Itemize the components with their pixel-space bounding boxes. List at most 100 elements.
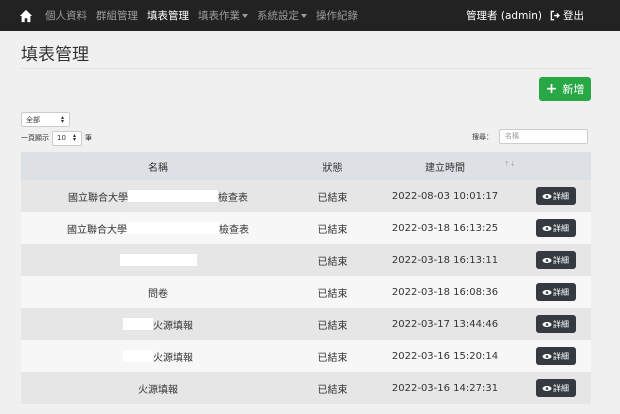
row-status: 已結束 (317, 320, 348, 332)
row-created: 2022-03-16 14:27:31 (391, 382, 499, 394)
row-actions: 詳細 (520, 251, 591, 269)
table-row: 已結束 2022-03-18 16:13:11 詳細 (21, 244, 591, 276)
page-size-select[interactable]: 10 ▴ ▾ (52, 130, 82, 146)
eye-icon (542, 257, 552, 263)
search-area: 搜尋： 名稱 (472, 129, 588, 144)
detail-button-label: 詳細 (553, 223, 569, 233)
home-icon[interactable] (19, 9, 33, 23)
row-created: 2022-03-17 13:44:46 (391, 318, 499, 330)
row-name: 火源填報 (21, 381, 295, 396)
header-name[interactable]: 名稱 (21, 159, 295, 174)
detail-button[interactable]: 詳細 (535, 283, 576, 301)
nav-item-operation-log[interactable]: 操作紀錄 (316, 8, 358, 23)
select-arrows-icon: ▴ ▾ (60, 113, 64, 125)
page-size-prefix: 一頁顯示 (21, 134, 49, 142)
detail-button-label: 詳細 (553, 319, 569, 329)
detail-button-label: 詳細 (553, 191, 569, 201)
logout-link[interactable]: 登出 (550, 8, 584, 23)
name-suffix: 檢查表 (219, 224, 249, 236)
detail-button[interactable]: 詳細 (535, 219, 576, 237)
detail-button-label: 詳細 (553, 287, 569, 297)
nav-menu: 個人資料 群組管理 填表管理 填表作業 系統設定 操作紀錄 (0, 8, 367, 23)
status-filter-select[interactable]: 全部 ▴ ▾ (21, 112, 70, 127)
row-status: 已結束 (317, 384, 348, 396)
forms-table: 名稱 狀態 建立時間 ↑↓ 國立聯合大學 檢查表 已結束 2022-08-03 1… (21, 152, 591, 404)
redaction-block (123, 350, 153, 362)
row-status: 已結束 (317, 224, 348, 236)
row-actions: 詳細 (520, 219, 591, 237)
detail-button[interactable]: 詳細 (535, 347, 576, 365)
name-prefix: 國立聯合大學 (68, 192, 128, 204)
table-row: 問卷 已結束 2022-03-18 16:08:36 詳細 (21, 276, 591, 308)
current-user[interactable]: 管理者 (admin) (466, 8, 542, 23)
detail-button[interactable]: 詳細 (535, 251, 576, 269)
eye-icon (542, 321, 552, 327)
eye-icon (542, 193, 552, 199)
name-prefix: 國立聯合大學 (67, 224, 127, 236)
page-size-control: 一頁顯示 10 ▴ ▾ 筆 (21, 130, 92, 146)
detail-button[interactable]: 詳細 (535, 315, 576, 333)
row-name: 火源填報 (21, 317, 295, 332)
sort-icon[interactable]: ↑↓ (504, 160, 516, 168)
row-actions: 詳細 (520, 315, 591, 333)
row-created: 2022-08-03 10:01:17 (391, 190, 499, 202)
add-button-label: 新增 (562, 83, 585, 96)
name-suffix: 火源填報 (153, 320, 193, 332)
nav-item-system-settings-label: 系統設定 (257, 10, 299, 22)
header-status[interactable]: 狀態 (295, 159, 370, 174)
detail-button[interactable]: 詳細 (535, 379, 576, 397)
row-status: 已結束 (317, 352, 348, 364)
row-created: 2022-03-18 16:08:36 (391, 286, 499, 298)
logout-icon (550, 10, 560, 21)
eye-icon (542, 385, 552, 391)
detail-button[interactable]: 詳細 (535, 187, 576, 205)
page-size-value: 10 (57, 134, 66, 142)
user-area: 管理者 (admin) 登出 (466, 0, 584, 31)
page-size-suffix: 筆 (85, 134, 92, 142)
table-row: 火源填報 已結束 2022-03-16 14:27:31 詳細 (21, 372, 591, 404)
nav-item-form-management[interactable]: 填表管理 (147, 8, 189, 23)
chevron-down-icon (242, 14, 248, 18)
table-row: 火源填報 已結束 2022-03-17 13:44:46 詳細 (21, 308, 591, 340)
nav-item-groups[interactable]: 群組管理 (96, 8, 138, 23)
status-filter-value: 全部 (26, 115, 40, 124)
title-divider (21, 68, 591, 69)
name-suffix: 火源填報 (153, 352, 193, 364)
page-title: 填表管理 (21, 45, 89, 65)
redaction-block (127, 222, 219, 234)
detail-button-label: 詳細 (553, 255, 569, 265)
row-created: 2022-03-16 15:20:14 (391, 350, 499, 362)
row-name: 火源填報 (21, 349, 295, 364)
row-created: 2022-03-18 16:13:11 (391, 254, 499, 266)
row-actions: 詳細 (520, 379, 591, 397)
nav-item-form-tasks-label: 填表作業 (198, 10, 240, 22)
row-name (21, 254, 295, 266)
row-name: 國立聯合大學 檢查表 (21, 221, 295, 236)
nav-item-profile[interactable]: 個人資料 (45, 8, 87, 23)
row-actions: 詳細 (520, 347, 591, 365)
logout-label: 登出 (563, 10, 584, 22)
eye-icon (542, 289, 552, 295)
redaction-block (123, 318, 153, 330)
nav-item-system-settings[interactable]: 系統設定 (257, 8, 307, 23)
header-created[interactable]: 建立時間 (370, 159, 520, 174)
table-header: 名稱 狀態 建立時間 ↑↓ (21, 152, 591, 180)
table-row: 國立聯合大學 檢查表 已結束 2022-03-18 16:13:25 詳細 (21, 212, 591, 244)
select-arrows-icon: ▴ ▾ (72, 132, 76, 143)
name-suffix: 檢查表 (218, 192, 248, 204)
table-row: 火源填報 已結束 2022-03-16 15:20:14 詳細 (21, 340, 591, 372)
chevron-down-icon (301, 14, 307, 18)
name-prefix: 火源填報 (138, 384, 178, 396)
row-status: 已結束 (317, 192, 348, 204)
row-name: 國立聯合大學 檢查表 (21, 189, 295, 204)
redaction-block (128, 190, 218, 202)
redaction-block (119, 254, 197, 266)
row-status: 已結束 (317, 256, 348, 268)
detail-button-label: 詳細 (553, 351, 569, 361)
top-navbar: 個人資料 群組管理 填表管理 填表作業 系統設定 操作紀錄 管理者 (admin… (0, 0, 620, 31)
row-created: 2022-03-18 16:13:25 (391, 222, 499, 234)
nav-item-form-tasks[interactable]: 填表作業 (198, 8, 248, 23)
search-input[interactable]: 名稱 (499, 129, 588, 144)
search-label: 搜尋： (472, 132, 493, 141)
add-button[interactable]: + 新增 (539, 77, 591, 101)
